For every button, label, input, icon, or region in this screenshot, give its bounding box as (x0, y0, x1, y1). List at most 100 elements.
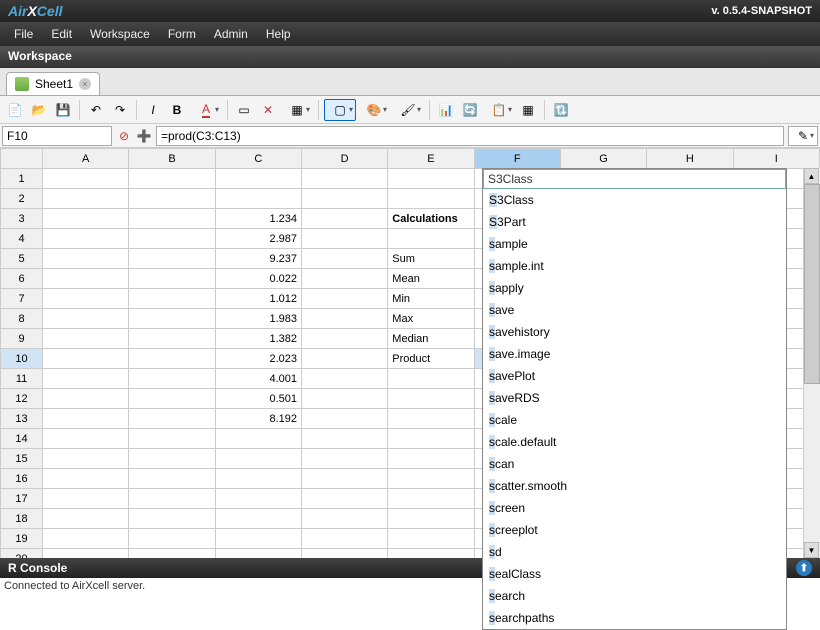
autocomplete-item[interactable]: save (483, 299, 786, 321)
cell-B8[interactable] (129, 309, 215, 329)
cell-C15[interactable] (215, 449, 301, 469)
autocomplete-item[interactable]: sapply (483, 277, 786, 299)
row-header-16[interactable]: 16 (1, 469, 43, 489)
cell-C3[interactable]: 1.234 (215, 209, 301, 229)
cell-B1[interactable] (129, 169, 215, 189)
cell-A16[interactable] (43, 469, 129, 489)
cell-E4[interactable] (388, 229, 474, 249)
cell-C14[interactable] (215, 429, 301, 449)
cell-D9[interactable] (301, 329, 387, 349)
row-header-14[interactable]: 14 (1, 429, 43, 449)
cell-C9[interactable]: 1.382 (215, 329, 301, 349)
menu-file[interactable]: File (6, 24, 41, 44)
cell-B2[interactable] (129, 189, 215, 209)
autocomplete-item[interactable]: sd (483, 541, 786, 563)
cell-D8[interactable] (301, 309, 387, 329)
cell-D17[interactable] (301, 489, 387, 509)
autocomplete-item[interactable]: searchpaths (483, 607, 786, 629)
col-header-D[interactable]: D (301, 149, 387, 169)
new-button[interactable]: 📄 (4, 99, 26, 121)
autocomplete-item[interactable]: scatter.smooth (483, 475, 786, 497)
border-button[interactable]: ▢ (324, 99, 356, 121)
font-color-button[interactable]: A (190, 99, 222, 121)
cell-A15[interactable] (43, 449, 129, 469)
cell-A14[interactable] (43, 429, 129, 449)
open-button[interactable]: 📂 (28, 99, 50, 121)
redo-button[interactable]: ↷ (109, 99, 131, 121)
cell-D4[interactable] (301, 229, 387, 249)
row-header-12[interactable]: 12 (1, 389, 43, 409)
cell-D6[interactable] (301, 269, 387, 289)
menu-edit[interactable]: Edit (43, 24, 80, 44)
cell-D11[interactable] (301, 369, 387, 389)
cell-D1[interactable] (301, 169, 387, 189)
autocomplete-item[interactable]: search (483, 585, 786, 607)
row-header-4[interactable]: 4 (1, 229, 43, 249)
cell-E1[interactable] (388, 169, 474, 189)
cell-C2[interactable] (215, 189, 301, 209)
formula-input[interactable] (156, 126, 784, 146)
autocomplete-item[interactable]: save.image (483, 343, 786, 365)
cell-A13[interactable] (43, 409, 129, 429)
cell-C13[interactable]: 8.192 (215, 409, 301, 429)
cell-D20[interactable] (301, 549, 387, 559)
cell-A7[interactable] (43, 289, 129, 309)
cell-B18[interactable] (129, 509, 215, 529)
row-header-5[interactable]: 5 (1, 249, 43, 269)
row-header-9[interactable]: 9 (1, 329, 43, 349)
cell-A12[interactable] (43, 389, 129, 409)
cell-A10[interactable] (43, 349, 129, 369)
vertical-scrollbar[interactable]: ▲ ▼ (803, 168, 820, 558)
cell-B19[interactable] (129, 529, 215, 549)
cell-C20[interactable] (215, 549, 301, 559)
cell-A8[interactable] (43, 309, 129, 329)
cell-D7[interactable] (301, 289, 387, 309)
cell-D10[interactable] (301, 349, 387, 369)
cell-C10[interactable]: 2.023 (215, 349, 301, 369)
save-button[interactable]: 💾 (52, 99, 74, 121)
cell-B16[interactable] (129, 469, 215, 489)
chart-button[interactable]: 📊 (435, 99, 457, 121)
insert-button[interactable]: ▦ (281, 99, 313, 121)
cancel-formula-icon[interactable]: ⊘ (116, 128, 132, 144)
cell-C16[interactable] (215, 469, 301, 489)
cell-A5[interactable] (43, 249, 129, 269)
edit-mode-button[interactable]: ✎ (788, 126, 818, 146)
row-header-13[interactable]: 13 (1, 409, 43, 429)
cell-D5[interactable] (301, 249, 387, 269)
cell-D16[interactable] (301, 469, 387, 489)
cell-B6[interactable] (129, 269, 215, 289)
row-header-6[interactable]: 6 (1, 269, 43, 289)
cell-A19[interactable] (43, 529, 129, 549)
row-header-11[interactable]: 11 (1, 369, 43, 389)
autocomplete-item[interactable]: sealClass (483, 563, 786, 585)
cell-D14[interactable] (301, 429, 387, 449)
cell-C1[interactable] (215, 169, 301, 189)
cell-E12[interactable] (388, 389, 474, 409)
autocomplete-item[interactable]: saveRDS (483, 387, 786, 409)
cell-B12[interactable] (129, 389, 215, 409)
autocomplete-input[interactable] (483, 169, 786, 189)
cell-B4[interactable] (129, 229, 215, 249)
cell-A9[interactable] (43, 329, 129, 349)
cell-E17[interactable] (388, 489, 474, 509)
cell-B11[interactable] (129, 369, 215, 389)
cell-E10[interactable]: Product (388, 349, 474, 369)
cell-D18[interactable] (301, 509, 387, 529)
cell-B13[interactable] (129, 409, 215, 429)
cell-E9[interactable]: Median (388, 329, 474, 349)
expand-icon[interactable]: ⬆ (796, 560, 812, 576)
col-header-G[interactable]: G (560, 149, 646, 169)
tab-sheet1[interactable]: Sheet1 × (6, 72, 100, 95)
delete-cell-button[interactable]: ✕ (257, 99, 279, 121)
bold-button[interactable]: B (166, 99, 188, 121)
cell-D12[interactable] (301, 389, 387, 409)
row-header-2[interactable]: 2 (1, 189, 43, 209)
cell-B3[interactable] (129, 209, 215, 229)
autocomplete-item[interactable]: scale.default (483, 431, 786, 453)
fill-color-button[interactable]: 🎨 (358, 99, 390, 121)
row-header-1[interactable]: 1 (1, 169, 43, 189)
cell-C18[interactable] (215, 509, 301, 529)
cell-E6[interactable]: Mean (388, 269, 474, 289)
menu-workspace[interactable]: Workspace (82, 24, 158, 44)
